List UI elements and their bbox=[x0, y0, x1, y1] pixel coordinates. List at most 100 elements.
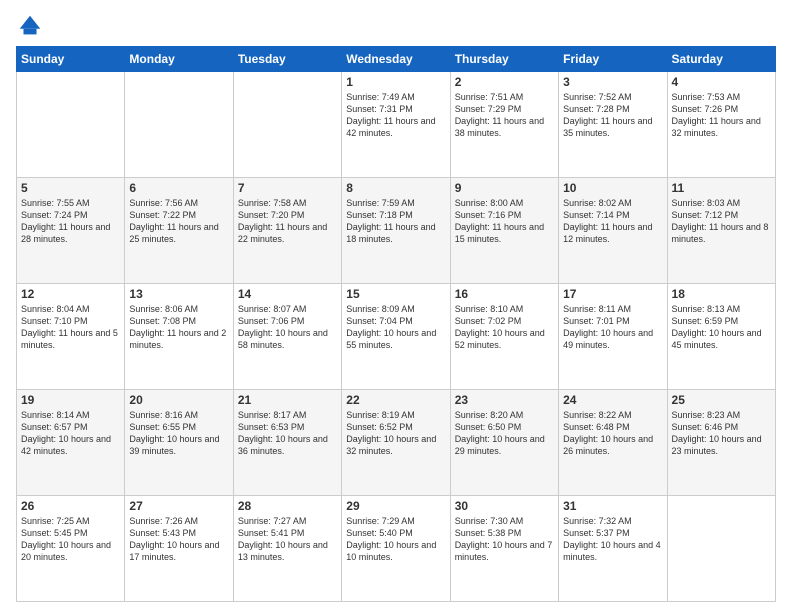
calendar-cell: 30 Sunrise: 7:30 AM Sunset: 5:38 PM Dayli… bbox=[450, 496, 558, 602]
day-info: Sunrise: 7:25 AM Sunset: 5:45 PM Dayligh… bbox=[21, 515, 120, 564]
day-info: Sunrise: 7:32 AM Sunset: 5:37 PM Dayligh… bbox=[563, 515, 662, 564]
calendar-day-header: Thursday bbox=[450, 47, 558, 72]
day-info: Sunrise: 8:19 AM Sunset: 6:52 PM Dayligh… bbox=[346, 409, 445, 458]
day-number: 26 bbox=[21, 499, 120, 513]
calendar-table: SundayMondayTuesdayWednesdayThursdayFrid… bbox=[16, 46, 776, 602]
calendar-header-row: SundayMondayTuesdayWednesdayThursdayFrid… bbox=[17, 47, 776, 72]
calendar-cell: 1 Sunrise: 7:49 AM Sunset: 7:31 PM Daylig… bbox=[342, 72, 450, 178]
day-number: 14 bbox=[238, 287, 337, 301]
day-number: 2 bbox=[455, 75, 554, 89]
calendar-week-row: 5 Sunrise: 7:55 AM Sunset: 7:24 PM Daylig… bbox=[17, 178, 776, 284]
calendar-cell: 31Sunrise: 7:32 AM Sunset: 5:37 PM Dayli… bbox=[559, 496, 667, 602]
day-info: Sunrise: 7:29 AM Sunset: 5:40 PM Dayligh… bbox=[346, 515, 445, 564]
calendar-cell: 4 Sunrise: 7:53 AM Sunset: 7:26 PM Daylig… bbox=[667, 72, 775, 178]
day-number: 8 bbox=[346, 181, 445, 195]
logo bbox=[16, 12, 48, 40]
day-number: 23 bbox=[455, 393, 554, 407]
day-info: Sunrise: 8:09 AM Sunset: 7:04 PM Dayligh… bbox=[346, 303, 445, 352]
day-number: 25 bbox=[672, 393, 771, 407]
calendar-cell bbox=[125, 72, 233, 178]
calendar-cell bbox=[667, 496, 775, 602]
day-info: Sunrise: 7:30 AM Sunset: 5:38 PM Dayligh… bbox=[455, 515, 554, 564]
day-number: 20 bbox=[129, 393, 228, 407]
calendar-cell: 7Sunrise: 7:58 AM Sunset: 7:20 PM Daylig… bbox=[233, 178, 341, 284]
day-number: 1 bbox=[346, 75, 445, 89]
calendar-day-header: Monday bbox=[125, 47, 233, 72]
day-number: 10 bbox=[563, 181, 662, 195]
day-number: 22 bbox=[346, 393, 445, 407]
day-info: Sunrise: 8:03 AM Sunset: 7:12 PM Dayligh… bbox=[672, 197, 771, 246]
header bbox=[16, 12, 776, 40]
day-number: 15 bbox=[346, 287, 445, 301]
calendar-cell: 6Sunrise: 7:56 AM Sunset: 7:22 PM Daylig… bbox=[125, 178, 233, 284]
day-info: Sunrise: 7:55 AM Sunset: 7:24 PM Dayligh… bbox=[21, 197, 120, 246]
calendar-cell bbox=[17, 72, 125, 178]
calendar-cell: 18Sunrise: 8:13 AM Sunset: 6:59 PM Dayli… bbox=[667, 284, 775, 390]
calendar-cell: 28 Sunrise: 7:27 AM Sunset: 5:41 PM Dayli… bbox=[233, 496, 341, 602]
calendar-cell: 11Sunrise: 8:03 AM Sunset: 7:12 PM Dayli… bbox=[667, 178, 775, 284]
page: SundayMondayTuesdayWednesdayThursdayFrid… bbox=[0, 0, 792, 612]
day-number: 27 bbox=[129, 499, 228, 513]
calendar-week-row: 26 Sunrise: 7:25 AM Sunset: 5:45 PM Dayli… bbox=[17, 496, 776, 602]
day-number: 29 bbox=[346, 499, 445, 513]
calendar-week-row: 19Sunrise: 8:14 AM Sunset: 6:57 PM Dayli… bbox=[17, 390, 776, 496]
calendar-cell: 19Sunrise: 8:14 AM Sunset: 6:57 PM Dayli… bbox=[17, 390, 125, 496]
calendar-cell: 14 Sunrise: 8:07 AM Sunset: 7:06 PM Dayli… bbox=[233, 284, 341, 390]
calendar-week-row: 1 Sunrise: 7:49 AM Sunset: 7:31 PM Daylig… bbox=[17, 72, 776, 178]
calendar-cell: 10 Sunrise: 8:02 AM Sunset: 7:14 PM Dayli… bbox=[559, 178, 667, 284]
calendar-cell: 12Sunrise: 8:04 AM Sunset: 7:10 PM Dayli… bbox=[17, 284, 125, 390]
calendar-cell: 3Sunrise: 7:52 AM Sunset: 7:28 PM Daylig… bbox=[559, 72, 667, 178]
day-info: Sunrise: 8:06 AM Sunset: 7:08 PM Dayligh… bbox=[129, 303, 228, 352]
calendar-day-header: Wednesday bbox=[342, 47, 450, 72]
calendar-cell: 9Sunrise: 8:00 AM Sunset: 7:16 PM Daylig… bbox=[450, 178, 558, 284]
day-info: Sunrise: 8:17 AM Sunset: 6:53 PM Dayligh… bbox=[238, 409, 337, 458]
calendar-cell: 22 Sunrise: 8:19 AM Sunset: 6:52 PM Dayli… bbox=[342, 390, 450, 496]
calendar-cell: 17 Sunrise: 8:11 AM Sunset: 7:01 PM Dayli… bbox=[559, 284, 667, 390]
calendar-cell: 5 Sunrise: 7:55 AM Sunset: 7:24 PM Daylig… bbox=[17, 178, 125, 284]
day-number: 30 bbox=[455, 499, 554, 513]
calendar-day-header: Saturday bbox=[667, 47, 775, 72]
day-info: Sunrise: 8:20 AM Sunset: 6:50 PM Dayligh… bbox=[455, 409, 554, 458]
calendar-cell: 25 Sunrise: 8:23 AM Sunset: 6:46 PM Dayli… bbox=[667, 390, 775, 496]
day-number: 5 bbox=[21, 181, 120, 195]
calendar-cell: 16 Sunrise: 8:10 AM Sunset: 7:02 PM Dayli… bbox=[450, 284, 558, 390]
day-info: Sunrise: 7:26 AM Sunset: 5:43 PM Dayligh… bbox=[129, 515, 228, 564]
day-number: 21 bbox=[238, 393, 337, 407]
day-info: Sunrise: 7:51 AM Sunset: 7:29 PM Dayligh… bbox=[455, 91, 554, 140]
day-info: Sunrise: 7:53 AM Sunset: 7:26 PM Dayligh… bbox=[672, 91, 771, 140]
day-number: 18 bbox=[672, 287, 771, 301]
day-info: Sunrise: 7:59 AM Sunset: 7:18 PM Dayligh… bbox=[346, 197, 445, 246]
day-info: Sunrise: 7:49 AM Sunset: 7:31 PM Dayligh… bbox=[346, 91, 445, 140]
calendar-day-header: Tuesday bbox=[233, 47, 341, 72]
day-info: Sunrise: 8:11 AM Sunset: 7:01 PM Dayligh… bbox=[563, 303, 662, 352]
calendar-cell: 24Sunrise: 8:22 AM Sunset: 6:48 PM Dayli… bbox=[559, 390, 667, 496]
calendar-cell: 13Sunrise: 8:06 AM Sunset: 7:08 PM Dayli… bbox=[125, 284, 233, 390]
calendar-cell: 2 Sunrise: 7:51 AM Sunset: 7:29 PM Daylig… bbox=[450, 72, 558, 178]
day-number: 9 bbox=[455, 181, 554, 195]
day-info: Sunrise: 7:27 AM Sunset: 5:41 PM Dayligh… bbox=[238, 515, 337, 564]
day-number: 17 bbox=[563, 287, 662, 301]
calendar-cell bbox=[233, 72, 341, 178]
day-info: Sunrise: 8:23 AM Sunset: 6:46 PM Dayligh… bbox=[672, 409, 771, 458]
day-info: Sunrise: 8:16 AM Sunset: 6:55 PM Dayligh… bbox=[129, 409, 228, 458]
logo-icon bbox=[16, 12, 44, 40]
day-info: Sunrise: 8:02 AM Sunset: 7:14 PM Dayligh… bbox=[563, 197, 662, 246]
calendar-cell: 27 Sunrise: 7:26 AM Sunset: 5:43 PM Dayli… bbox=[125, 496, 233, 602]
day-number: 3 bbox=[563, 75, 662, 89]
day-number: 4 bbox=[672, 75, 771, 89]
day-number: 16 bbox=[455, 287, 554, 301]
calendar-cell: 26 Sunrise: 7:25 AM Sunset: 5:45 PM Dayli… bbox=[17, 496, 125, 602]
calendar-day-header: Friday bbox=[559, 47, 667, 72]
day-info: Sunrise: 8:10 AM Sunset: 7:02 PM Dayligh… bbox=[455, 303, 554, 352]
calendar-cell: 29 Sunrise: 7:29 AM Sunset: 5:40 PM Dayli… bbox=[342, 496, 450, 602]
day-info: Sunrise: 7:58 AM Sunset: 7:20 PM Dayligh… bbox=[238, 197, 337, 246]
calendar-cell: 8 Sunrise: 7:59 AM Sunset: 7:18 PM Daylig… bbox=[342, 178, 450, 284]
day-info: Sunrise: 8:07 AM Sunset: 7:06 PM Dayligh… bbox=[238, 303, 337, 352]
day-number: 19 bbox=[21, 393, 120, 407]
calendar-day-header: Sunday bbox=[17, 47, 125, 72]
day-number: 28 bbox=[238, 499, 337, 513]
day-info: Sunrise: 8:04 AM Sunset: 7:10 PM Dayligh… bbox=[21, 303, 120, 352]
day-number: 6 bbox=[129, 181, 228, 195]
calendar-cell: 21 Sunrise: 8:17 AM Sunset: 6:53 PM Dayli… bbox=[233, 390, 341, 496]
day-number: 24 bbox=[563, 393, 662, 407]
